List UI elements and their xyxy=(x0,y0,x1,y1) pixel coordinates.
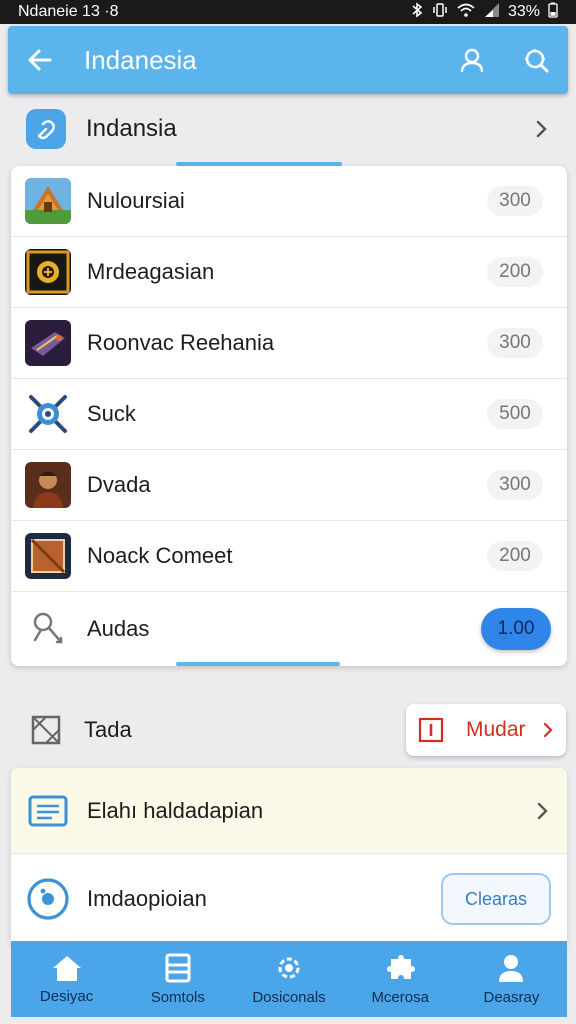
game-list: Nuloursiai 300 Mrdeagasian 200 Roonvac R… xyxy=(11,166,567,666)
bluetooth-icon xyxy=(410,1,424,23)
list-item-value: 200 xyxy=(487,257,543,287)
nav-item-settings[interactable]: Dosiconals xyxy=(233,941,344,1017)
list-item-value: 500 xyxy=(487,399,543,429)
info-circle-icon xyxy=(25,876,71,922)
link-icon xyxy=(26,109,66,149)
list-item-label: Dvada xyxy=(87,472,151,497)
chevron-right-icon xyxy=(516,119,566,139)
bottom-navigation: Desiyac Somtols Dosiconals Mcerosa Deasr… xyxy=(11,941,567,1017)
search-button[interactable] xyxy=(504,26,568,94)
list-item[interactable]: Nuloursiai 300 xyxy=(11,166,567,237)
tada-label: Tada xyxy=(84,717,132,742)
nav-item-profile[interactable]: Deasray xyxy=(456,941,567,1017)
nav-item-documents[interactable]: Somtols xyxy=(122,941,233,1017)
list-item-label: Roonvac Reehania xyxy=(87,330,275,355)
character-portrait-icon xyxy=(25,462,71,508)
person-icon xyxy=(499,954,524,982)
list-item-label: Noack Comeet xyxy=(87,543,233,568)
crate-icon xyxy=(25,533,71,579)
list-item-value: 300 xyxy=(487,470,543,500)
list-item[interactable]: Dvada 300 xyxy=(11,450,567,521)
card-list-icon xyxy=(25,788,71,834)
list-item-value: 200 xyxy=(487,541,543,571)
settings-icon xyxy=(278,957,300,978)
settings-row-secondary: Imdaopioian Clearas xyxy=(11,854,567,944)
search-icon xyxy=(525,49,549,73)
app-bar: Indanesia xyxy=(8,26,568,94)
section-header[interactable]: Indansia xyxy=(10,102,566,156)
status-bar: Ndaneie 13 ·8 33% xyxy=(0,0,576,24)
back-button[interactable] xyxy=(8,26,72,94)
chevron-right-icon xyxy=(517,801,567,821)
list-item-value: 300 xyxy=(487,328,543,358)
section-label: Indansia xyxy=(86,115,177,142)
battery-level: 33% xyxy=(507,3,540,20)
temple-icon xyxy=(25,178,71,224)
list-item-label: Suck xyxy=(87,401,136,426)
target-crossbones-icon xyxy=(25,391,71,437)
list-item-label: Mrdeagasian xyxy=(87,259,215,284)
mudar-button[interactable]: Mudar xyxy=(406,704,566,756)
settings-row-secondary-label: Imdaopioian xyxy=(87,886,207,911)
nav-item-label: Mcerosa xyxy=(371,988,429,1006)
tada-row: Tada Mudar xyxy=(10,700,566,760)
chevron-right-icon xyxy=(543,722,553,738)
settings-card: Elahı haldadapian Imdaopioian Clearas xyxy=(11,768,567,944)
status-time: Ndaneie 13 ·8 xyxy=(18,3,119,20)
list-item[interactable]: Mrdeagasian 200 xyxy=(11,237,567,308)
spaceship-icon xyxy=(25,320,71,366)
list-item[interactable]: Suck 500 xyxy=(11,379,567,450)
nav-item-label: Deasray xyxy=(483,988,540,1006)
nav-item-label: Dosiconals xyxy=(252,988,326,1006)
list-item-label: Audas xyxy=(87,616,150,641)
mudar-button-label: Mudar xyxy=(466,718,526,741)
account-button[interactable] xyxy=(440,26,504,94)
clear-button[interactable]: Clearas xyxy=(441,873,551,925)
list-item[interactable]: Noack Comeet 200 xyxy=(11,521,567,592)
nav-item-label: Somtols xyxy=(150,988,205,1006)
list-item-value: 300 xyxy=(487,186,543,216)
puzzle-icon xyxy=(387,954,416,979)
list-item-label: Nuloursiai xyxy=(87,188,185,213)
arrow-left-icon xyxy=(28,49,52,71)
person-outline-icon xyxy=(460,48,484,73)
home-icon xyxy=(52,955,81,981)
wifi-icon xyxy=(456,2,476,23)
tab-indicator-bottom xyxy=(176,662,340,666)
battery-icon xyxy=(548,2,558,23)
vibrate-icon xyxy=(432,2,448,23)
bone-icon xyxy=(25,606,71,652)
list-item[interactable]: Roonvac Reehania 300 xyxy=(11,308,567,379)
image-placeholder-icon xyxy=(26,710,66,750)
nav-item-puzzle[interactable]: Mcerosa xyxy=(345,941,456,1017)
sun-emblem-icon xyxy=(25,249,71,295)
settings-row-main[interactable]: Elahı haldadapian xyxy=(11,768,567,854)
settings-row-main-label: Elahı haldadapian xyxy=(87,797,264,823)
page-title: Indanesia xyxy=(84,44,197,75)
nav-item-label: Desiyac xyxy=(39,987,94,1005)
nav-item-home[interactable]: Desiyac xyxy=(11,941,122,1017)
list-item-value-highlighted[interactable]: 1.00 xyxy=(481,608,551,650)
document-icon xyxy=(165,953,191,982)
alert-box-icon xyxy=(418,717,444,743)
signal-icon xyxy=(484,2,500,23)
list-item[interactable]: Audas 1.00 xyxy=(11,592,567,666)
